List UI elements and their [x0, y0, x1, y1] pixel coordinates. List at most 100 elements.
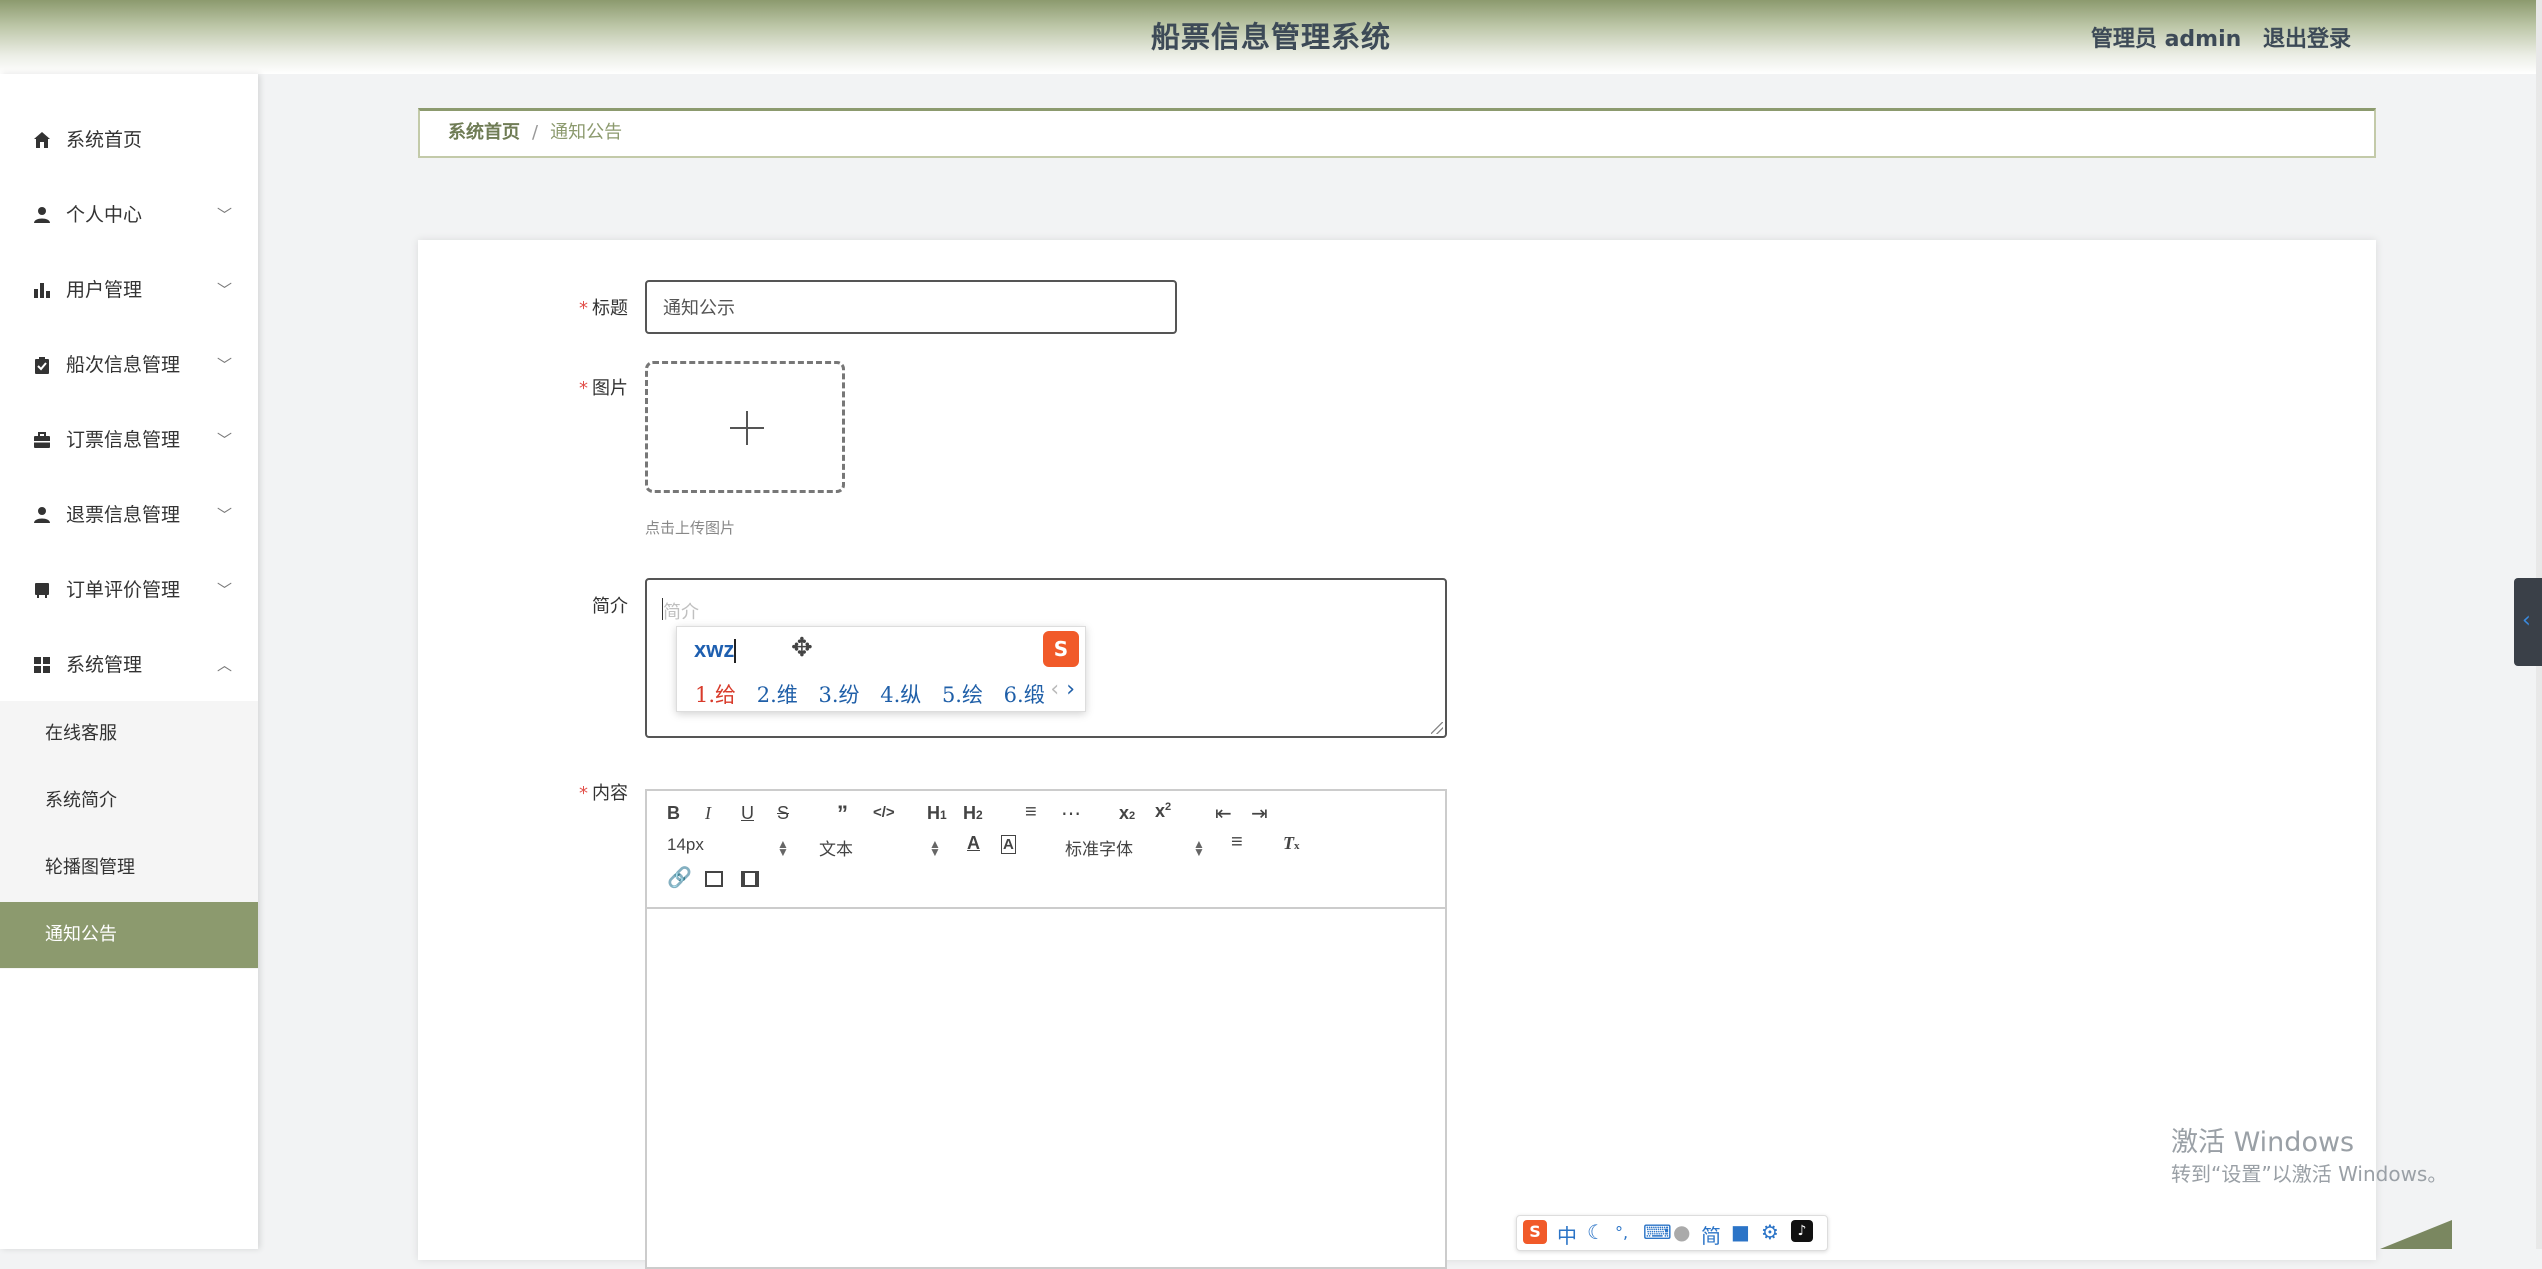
corner-decoration	[2380, 1220, 2452, 1249]
gear-icon[interactable]: ⚙	[1761, 1220, 1779, 1244]
ime-charset-indicator[interactable]: 简	[1701, 1220, 1721, 1249]
blockquote-icon[interactable]: ”	[837, 801, 848, 827]
clipboard-check-icon	[31, 328, 53, 402]
briefcase-icon	[31, 403, 53, 477]
submenu-item-announcement[interactable]: 通知公告	[0, 902, 258, 968]
breadcrumb: 系统首页 / 通知公告	[418, 108, 2376, 158]
breadcrumb-separator: /	[532, 122, 539, 143]
header-user-area: 管理员 admin 退出登录	[2091, 21, 2351, 53]
image-upload-button[interactable]	[645, 361, 845, 493]
top-header: 船票信息管理系统 管理员 admin 退出登录	[0, 0, 2542, 74]
title-input[interactable]	[645, 280, 1177, 334]
ime-candidate-popup: xwz ✥ S 1.给 2.维 3.纷 4.纵 5.绘 6.缎 ‹ ›	[676, 626, 1086, 712]
sidebar: 系统首页 个人中心 ﹀ 用户管理 ﹀ 船次信息管理 ﹀ 订票信息管理 ﹀ 退票信…	[0, 74, 258, 1249]
heading1-icon[interactable]: H1	[927, 803, 947, 824]
sidebar-item-user-management[interactable]: 用户管理 ﹀	[0, 253, 258, 327]
sidebar-item-label: 系统管理	[66, 654, 143, 676]
ime-candidate[interactable]: 4.纵	[880, 683, 921, 707]
background-color-icon[interactable]: A	[1001, 835, 1016, 854]
bullet-list-icon[interactable]: ⋯	[1061, 801, 1081, 826]
chevron-left-icon: ‹	[1050, 677, 1060, 702]
activation-watermark-title: 激活 Windows	[2171, 1127, 2355, 1158]
required-mark: *	[579, 783, 588, 804]
resize-grip-icon[interactable]	[1431, 722, 1443, 734]
align-icon[interactable]: ≡	[1231, 831, 1243, 854]
moon-icon[interactable]: ☾	[1587, 1220, 1605, 1244]
superscript-icon[interactable]: x2	[1155, 801, 1171, 822]
activation-watermark-subtitle: 转到“设置”以激活 Windows。	[2171, 1162, 2448, 1186]
ime-candidates: 1.给 2.维 3.纷 4.纵 5.绘 6.缎	[695, 679, 1059, 709]
chevron-down-icon: ﹀	[216, 581, 232, 599]
subscript-icon[interactable]: x2	[1119, 803, 1135, 824]
ime-page-nav[interactable]: ‹ ›	[1050, 677, 1075, 702]
sidebar-item-review-management[interactable]: 订单评价管理 ﹀	[0, 553, 258, 627]
sidebar-item-system-management[interactable]: 系统管理 ︿	[0, 628, 258, 702]
sidebar-item-voyage-management[interactable]: 船次信息管理 ﹀	[0, 328, 258, 402]
strikethrough-icon[interactable]: S	[777, 803, 789, 824]
underline-icon[interactable]: U	[741, 803, 754, 824]
tiktok-icon[interactable]: ♪	[1791, 1220, 1813, 1242]
sidebar-item-label: 个人中心	[66, 204, 143, 226]
font-size-select[interactable]: 14px ▲ ▼	[667, 835, 789, 859]
ime-logo-icon[interactable]: S	[1523, 1220, 1547, 1244]
ime-caret	[734, 639, 736, 663]
punctuation-icon[interactable]: °,	[1615, 1223, 1628, 1242]
user-icon	[31, 478, 53, 552]
home-icon	[31, 103, 53, 177]
font-family-select[interactable]: 标准字体 ▲ ▼	[1065, 835, 1205, 860]
video-icon[interactable]	[741, 871, 759, 887]
outdent-icon[interactable]: ⇤	[1215, 801, 1232, 826]
indent-icon[interactable]: ⇥	[1251, 801, 1268, 826]
ordered-list-icon[interactable]: ≡	[1025, 801, 1037, 824]
logout-button[interactable]: 退出登录	[2263, 27, 2351, 52]
required-mark: *	[579, 378, 588, 399]
submenu-item-system-intro[interactable]: 系统简介	[0, 768, 258, 834]
editor-toolbar: B I U S ” </> H1 H2 ≡ ⋯ x2 x2 ⇤ ⇥ 14px ▲ ▼…	[647, 791, 1445, 909]
ime-mode-indicator[interactable]: 中	[1557, 1220, 1577, 1249]
side-panel-toggle[interactable]: ‹	[2514, 578, 2542, 666]
sidebar-item-booking-management[interactable]: 订票信息管理 ﹀	[0, 403, 258, 477]
ime-candidate[interactable]: 1.给	[695, 683, 736, 707]
intro-label: 简介	[592, 596, 628, 617]
ime-candidate[interactable]: 2.维	[757, 683, 798, 707]
system-submenu: 在线客服 系统简介 轮播图管理 通知公告	[0, 701, 258, 969]
font-color-icon[interactable]: A	[967, 833, 980, 854]
skin-icon[interactable]: ■	[1731, 1220, 1750, 1244]
sidebar-item-refund-management[interactable]: 退票信息管理 ﹀	[0, 478, 258, 552]
title-label: * 标题	[579, 298, 628, 319]
user-icon[interactable]: ●	[1673, 1220, 1690, 1244]
required-mark: *	[579, 298, 588, 319]
ime-candidate[interactable]: 6.缎	[1004, 683, 1045, 707]
breadcrumb-current: 通知公告	[550, 122, 623, 143]
bar-chart-icon	[31, 253, 53, 327]
bold-icon[interactable]: B	[667, 803, 680, 824]
code-block-icon[interactable]: </>	[873, 804, 895, 821]
content-label: * 内容	[579, 783, 628, 804]
admin-label: 管理员 admin	[2090, 27, 2242, 52]
intro-placeholder: 简介	[663, 602, 699, 623]
heading2-icon[interactable]: H2	[963, 803, 983, 824]
italic-icon[interactable]: I	[705, 803, 711, 824]
sidebar-item-label: 订票信息管理	[66, 429, 181, 451]
chevron-left-icon: ‹	[2522, 608, 2531, 633]
text-caret	[662, 598, 663, 620]
ime-composition: xwz	[694, 637, 735, 662]
rich-text-editor: B I U S ” </> H1 H2 ≡ ⋯ x2 x2 ⇤ ⇥ 14px ▲ ▼…	[645, 789, 1447, 1269]
submenu-item-carousel[interactable]: 轮播图管理	[0, 835, 258, 901]
keyboard-icon[interactable]: ⌨	[1643, 1220, 1672, 1244]
ime-candidate[interactable]: 3.纷	[818, 683, 859, 707]
submenu-item-online-service[interactable]: 在线客服	[0, 701, 258, 767]
clear-format-icon[interactable]: Tx	[1283, 833, 1300, 854]
link-icon[interactable]: 🔗	[667, 865, 692, 890]
form-card: *标题 *图片 点击上传图片 简介 简介 *内容 B I U S ” </> H…	[418, 240, 2376, 1269]
ime-logo-icon[interactable]: S	[1043, 631, 1079, 667]
sidebar-item-home[interactable]: 系统首页	[0, 103, 258, 177]
sidebar-item-personal-center[interactable]: 个人中心 ﹀	[0, 178, 258, 252]
header-select[interactable]: 文本 ▲ ▼	[819, 835, 941, 860]
move-icon[interactable]: ✥	[791, 633, 813, 663]
grid-icon	[31, 628, 53, 702]
chevron-down-icon: ﹀	[216, 431, 232, 449]
ime-candidate[interactable]: 5.绘	[942, 683, 983, 707]
image-icon[interactable]	[705, 871, 723, 887]
breadcrumb-home-link[interactable]: 系统首页	[448, 122, 520, 143]
